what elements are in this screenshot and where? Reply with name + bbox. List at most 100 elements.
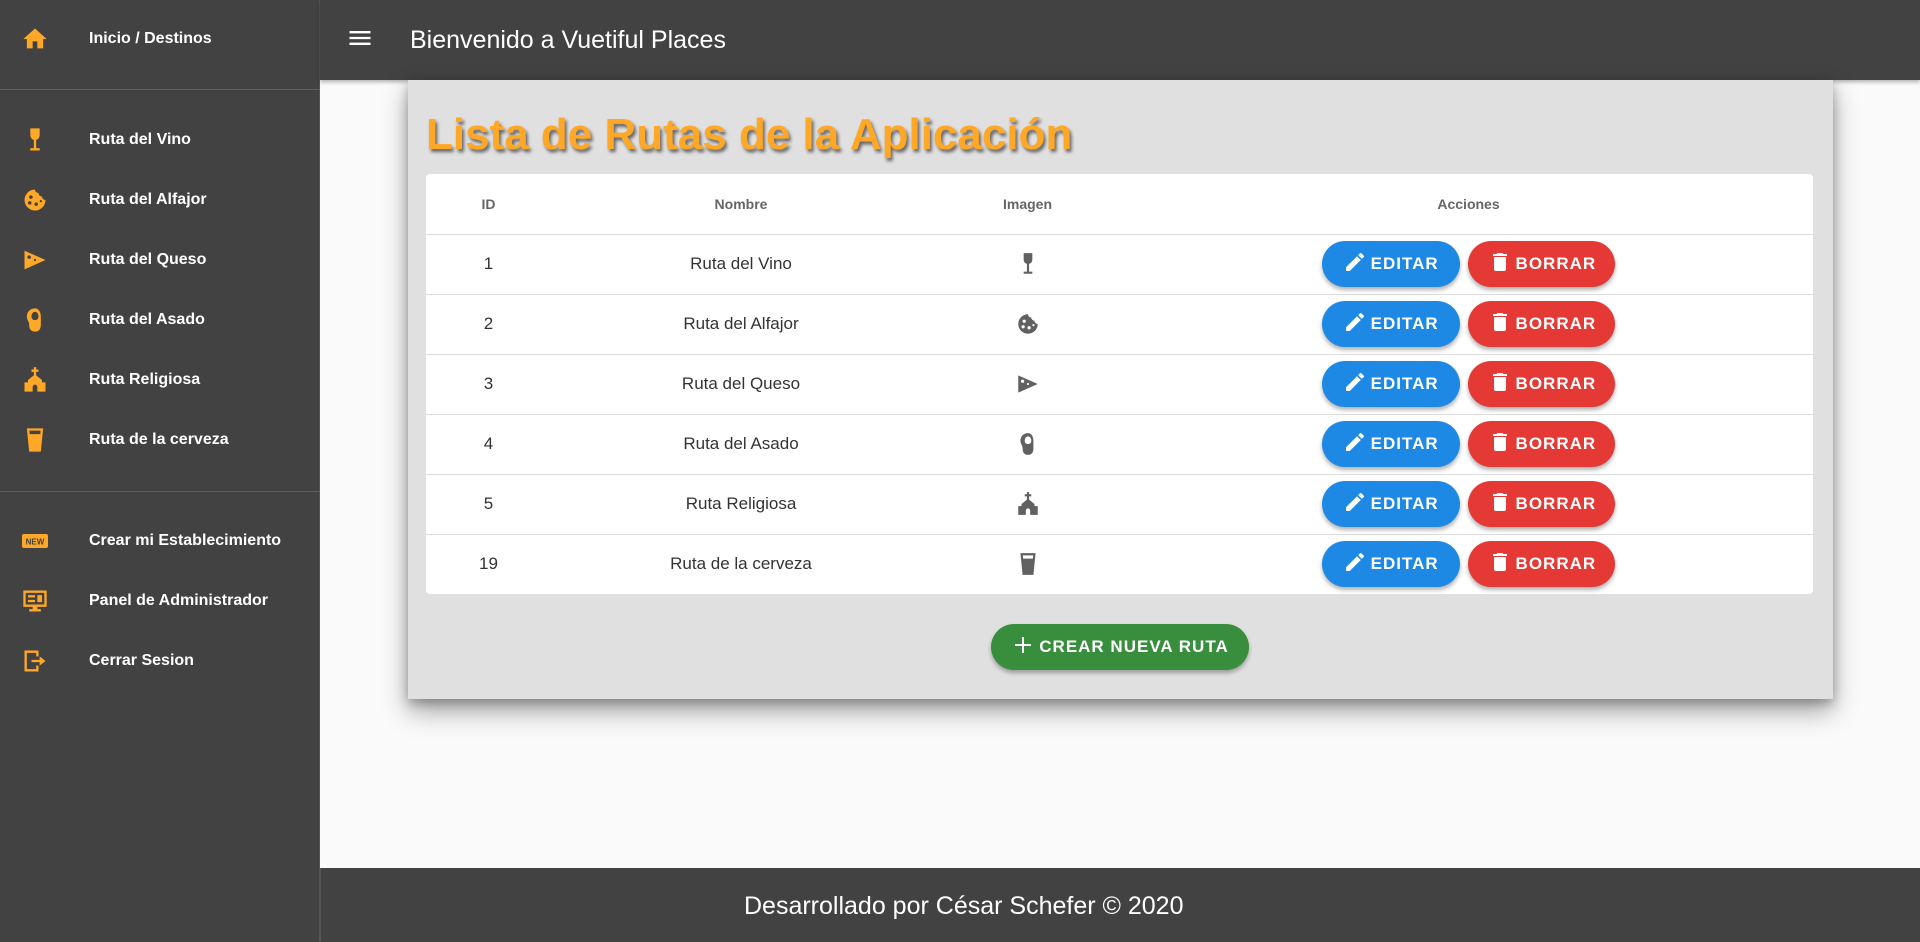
church-icon xyxy=(19,364,51,396)
cell-id: 4 xyxy=(426,414,551,475)
sidebar-item-label: Ruta del Vino xyxy=(89,131,191,148)
sidebar-item-label: Crear mi Establecimiento xyxy=(89,532,282,549)
wine-glass-icon xyxy=(19,124,51,156)
sidebar-item-home[interactable]: Inicio / Destinos xyxy=(0,9,320,69)
navigation-drawer: Inicio / Destinos Ruta del Vino Ruta del… xyxy=(0,0,320,942)
pencil-icon xyxy=(1343,370,1371,399)
trash-icon xyxy=(1488,490,1516,519)
cell-name: Ruta del Vino xyxy=(551,234,931,295)
sidebar-item-label: Inicio / Destinos xyxy=(89,30,212,47)
beer-glass-icon xyxy=(19,424,51,456)
trash-icon xyxy=(1488,550,1516,579)
menu-toggle-button[interactable] xyxy=(340,20,380,60)
sidebar-divider xyxy=(0,491,320,492)
trash-icon xyxy=(1488,370,1516,399)
edit-button[interactable]: EDITAR xyxy=(1321,241,1460,287)
cell-id: 1 xyxy=(426,234,551,295)
edit-button[interactable]: EDITAR xyxy=(1321,481,1460,527)
table-row: 19 Ruta de la cerveza EDITAR BORRAR xyxy=(426,534,1813,594)
cell-name: Ruta Religiosa xyxy=(551,474,931,535)
cell-name: Ruta de la cerveza xyxy=(670,554,812,574)
sidebar-item-ruta-alfajor[interactable]: Ruta del Alfajor xyxy=(0,170,320,230)
pencil-icon xyxy=(1343,550,1371,579)
monitor-dashboard-icon xyxy=(19,585,51,617)
delete-button[interactable]: BORRAR xyxy=(1468,541,1616,588)
app-title: Bienvenido a Vuetiful Places xyxy=(410,26,726,54)
table-row: 3 Ruta del Queso EDITAR BORRAR xyxy=(426,354,1813,415)
wine-glass-icon xyxy=(1015,253,1041,274)
app-bar: Bienvenido a Vuetiful Places xyxy=(320,0,1920,80)
sidebar-item-crear-establecimiento[interactable]: NEW Crear mi Establecimiento xyxy=(0,511,320,571)
sidebar-item-label: Panel de Administrador xyxy=(89,592,268,609)
edit-button-label: EDITAR xyxy=(1370,494,1439,513)
table-row: 5 Ruta Religiosa EDITAR BORRAR xyxy=(426,474,1813,535)
trash-icon xyxy=(1488,310,1516,339)
home-icon xyxy=(19,23,51,55)
edit-button-label: EDITAR xyxy=(1370,254,1439,273)
edit-button[interactable]: EDITAR xyxy=(1321,301,1460,347)
cell-id: 5 xyxy=(426,474,551,535)
sidebar-divider xyxy=(0,89,320,90)
sidebar-item-ruta-vino[interactable]: Ruta del Vino xyxy=(0,110,320,170)
column-header-imagen[interactable]: Imagen xyxy=(931,174,1124,235)
delete-button[interactable]: BORRAR xyxy=(1468,361,1616,407)
edit-button[interactable]: EDITAR xyxy=(1321,541,1460,588)
exit-icon xyxy=(19,645,51,677)
cookie-icon xyxy=(1015,313,1041,334)
pencil-icon xyxy=(1343,430,1371,459)
sidebar-item-ruta-asado[interactable]: Ruta del Asado xyxy=(0,290,320,350)
table-header-row: ID Nombre Imagen Acciones xyxy=(426,174,1813,235)
column-header-acciones[interactable]: Acciones xyxy=(1124,174,1813,235)
delete-button[interactable]: BORRAR xyxy=(1468,241,1616,287)
table-row: 1 Ruta del Vino EDITAR BORRAR xyxy=(426,234,1813,295)
delete-button[interactable]: BORRAR xyxy=(1468,421,1616,467)
routes-table: ID Nombre Imagen Acciones 1 Ruta del Vin… xyxy=(426,174,1813,594)
footer: Desarrollado por César Schefer © 2020 xyxy=(320,868,1920,942)
sidebar-item-ruta-religiosa[interactable]: Ruta Religiosa xyxy=(0,350,320,410)
cheese-icon xyxy=(1015,373,1041,393)
plus-icon xyxy=(1011,633,1039,662)
delete-button[interactable]: BORRAR xyxy=(1468,301,1616,347)
delete-button[interactable]: BORRAR xyxy=(1468,481,1616,527)
pencil-icon xyxy=(1343,490,1371,519)
sidebar-item-label: Ruta de la cerveza xyxy=(89,431,229,448)
sidebar-item-cerrar-sesion[interactable]: Cerrar Sesion xyxy=(0,631,320,691)
delete-button-label: BORRAR xyxy=(1515,314,1597,333)
church-icon xyxy=(1015,492,1041,515)
cell-id: 19 xyxy=(479,554,498,574)
sidebar-item-panel-administrador[interactable]: Panel de Administrador xyxy=(0,571,320,631)
edit-button[interactable]: EDITAR xyxy=(1321,421,1460,467)
trash-icon xyxy=(1488,430,1516,459)
page-title: Lista de Rutas de la Aplicación xyxy=(426,110,1073,159)
meat-icon xyxy=(19,304,51,336)
pencil-icon xyxy=(1343,250,1371,279)
cell-id: 2 xyxy=(426,294,551,355)
cell-name: Ruta del Asado xyxy=(551,414,931,475)
cell-id: 3 xyxy=(426,354,551,415)
footer-text: Desarrollado por César Schefer © 2020 xyxy=(744,892,1184,920)
sidebar-item-ruta-queso[interactable]: Ruta del Queso xyxy=(0,230,320,290)
new-badge-icon: NEW xyxy=(19,525,51,557)
meat-icon xyxy=(1015,433,1041,455)
column-header-id[interactable]: ID xyxy=(426,174,551,235)
sidebar-item-label: Cerrar Sesion xyxy=(89,652,194,669)
sidebar-item-label: Ruta del Asado xyxy=(89,311,205,328)
delete-button-label: BORRAR xyxy=(1515,554,1597,574)
cell-name: Ruta del Queso xyxy=(551,354,931,415)
cookie-icon xyxy=(19,184,51,216)
edit-button-label: EDITAR xyxy=(1370,314,1439,333)
edit-button[interactable]: EDITAR xyxy=(1321,361,1460,407)
create-route-button[interactable]: CREAR NUEVA RUTA xyxy=(991,624,1249,670)
trash-icon xyxy=(1488,250,1516,279)
sidebar-item-label: Ruta del Alfajor xyxy=(89,191,207,208)
delete-button-label: BORRAR xyxy=(1515,434,1597,453)
sidebar-item-ruta-cerveza[interactable]: Ruta de la cerveza xyxy=(0,410,320,470)
column-header-nombre[interactable]: Nombre xyxy=(551,174,931,235)
beer-glass-icon xyxy=(1015,553,1041,576)
delete-button-label: BORRAR xyxy=(1515,494,1597,513)
sidebar-item-label: Ruta Religiosa xyxy=(89,371,201,388)
svg-text:NEW: NEW xyxy=(26,538,45,547)
edit-button-label: EDITAR xyxy=(1370,434,1439,453)
create-route-label: CREAR NUEVA RUTA xyxy=(1039,637,1229,656)
delete-button-label: BORRAR xyxy=(1515,374,1597,393)
